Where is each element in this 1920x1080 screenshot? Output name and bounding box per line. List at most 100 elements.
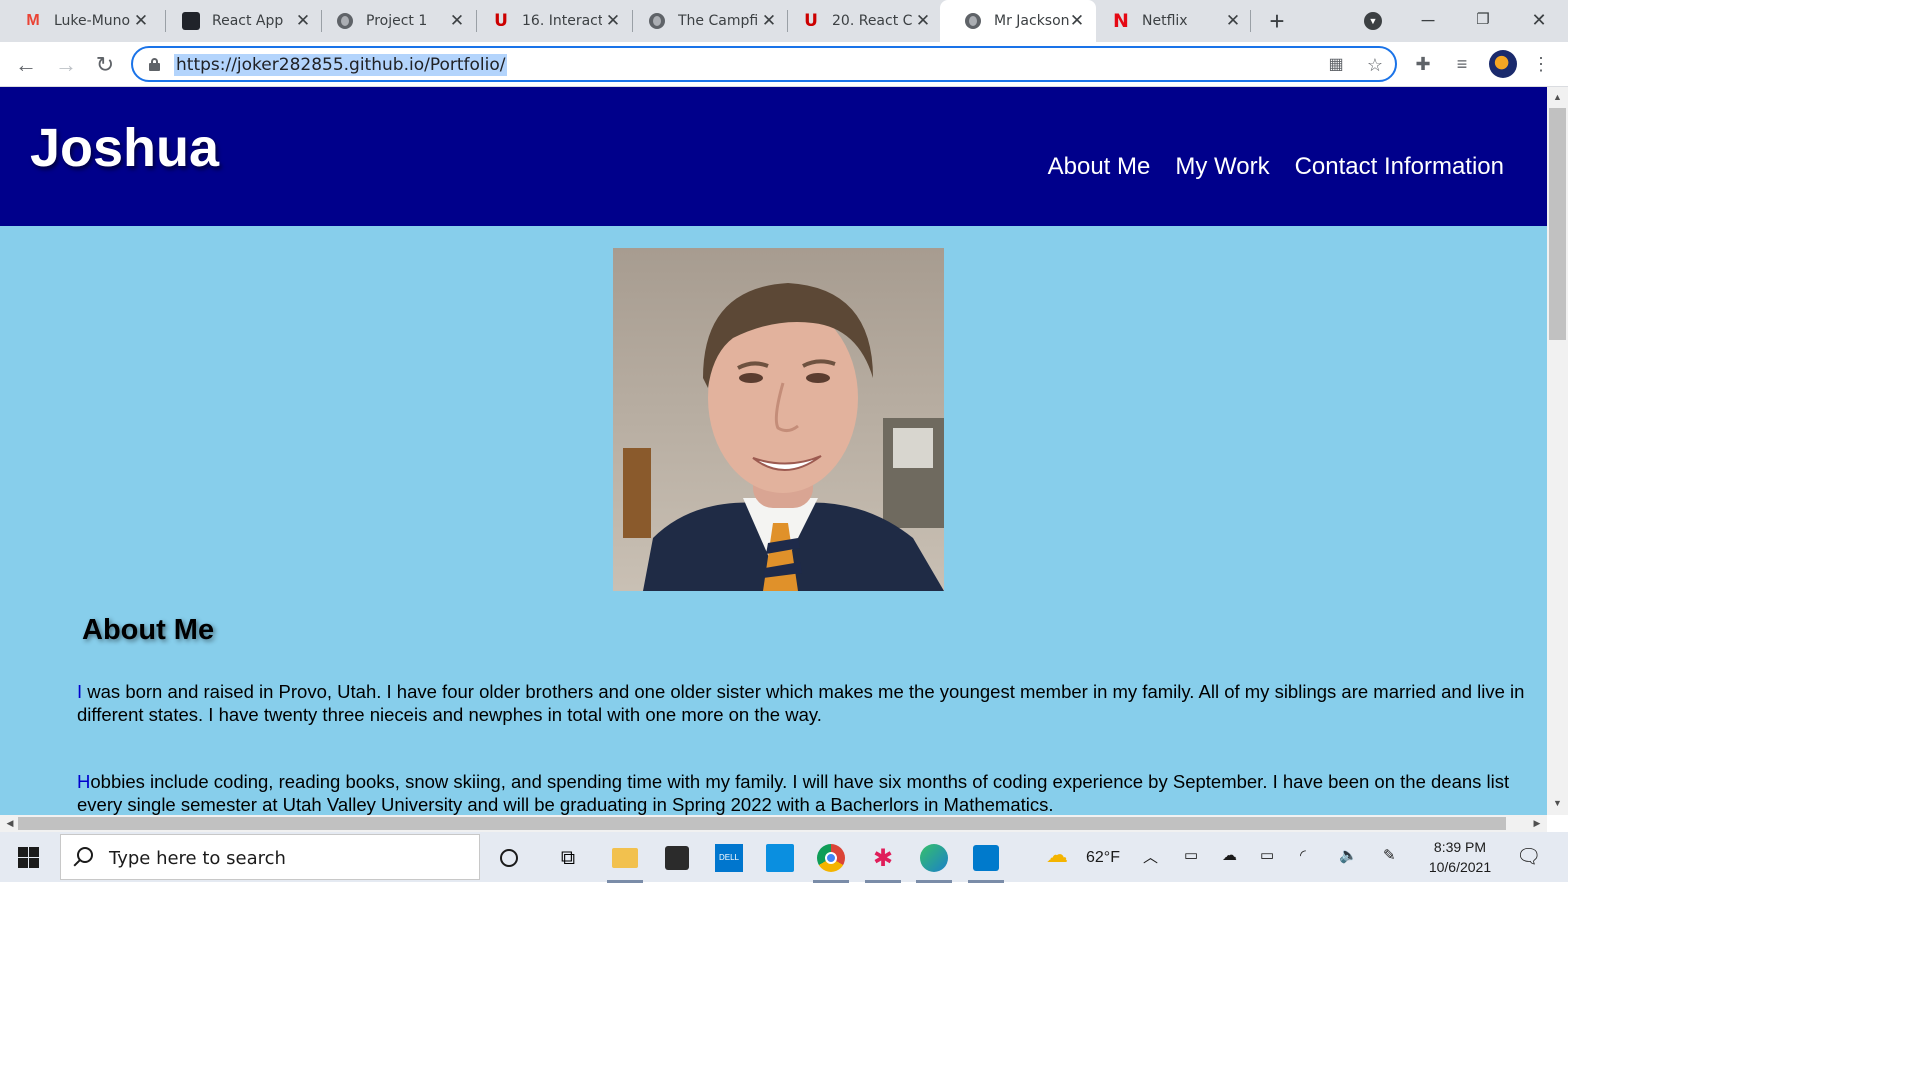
reload-icon[interactable]: ↻ [92,52,118,78]
react-icon [182,12,200,30]
first-letter: H [77,771,91,792]
close-icon[interactable]: ✕ [604,12,622,30]
close-icon[interactable]: ✕ [914,12,932,30]
clock-date: 10/6/2021 [1428,859,1492,875]
tab-title: React App [212,13,284,29]
page-viewport: Joshua About Me My Work Contact Informat… [0,87,1547,815]
menu-icon[interactable]: ⋮ [1529,52,1553,76]
dell-icon[interactable]: DELL [711,840,747,876]
file-explorer-icon[interactable] [607,840,643,883]
minimize-icon[interactable]: ─ [1405,6,1451,34]
scroll-thumb[interactable] [1549,108,1566,340]
close-window-icon[interactable]: ✕ [1516,6,1562,34]
clock-time: 8:39 PM [1433,839,1487,855]
notifications-icon[interactable]: 🗨 [1516,844,1541,869]
bookmark-star-icon[interactable]: ☆ [1365,55,1385,75]
about-paragraph-2: Hobbies include coding, reading books, s… [77,770,1527,815]
tab-mr-jackson[interactable]: Mr Jackson ✕ [940,0,1096,42]
back-icon[interactable]: ← [13,52,39,78]
close-icon[interactable]: ✕ [132,12,150,30]
task-view-icon[interactable]: ⧉ [550,840,586,876]
search-icon [77,847,93,863]
tab-project-1[interactable]: Project 1 ✕ [312,0,476,42]
media-control-icon[interactable]: ≡ [1450,52,1474,76]
nav-contact-information[interactable]: Contact Information [1295,153,1504,181]
scroll-up-icon[interactable]: ▲ [1547,89,1568,105]
globe-icon [336,12,354,30]
tab-campfire[interactable]: The Campfi ✕ [624,0,788,42]
site-title: Joshua [30,118,220,178]
tab-react-app[interactable]: React App ✕ [158,0,322,42]
utah-u-icon: U [494,11,508,31]
edge-icon[interactable] [916,840,952,883]
extensions-icon[interactable]: ✚ [1411,52,1435,76]
close-icon[interactable]: ✕ [760,12,778,30]
weather-temperature[interactable]: 62°F [1086,849,1120,867]
restore-icon[interactable]: ❐ [1460,6,1506,34]
paragraph-text: was born and raised in Provo, Utah. I ha… [77,681,1525,725]
slack-icon[interactable]: ✱ [865,840,901,883]
gmail-icon: M [26,12,40,29]
tab-strip: M Luke-Muno ✕ React App ✕ Project 1 ✕ U … [0,0,1568,42]
lock-icon[interactable] [149,58,160,71]
battery-icon[interactable]: ▭ [1260,846,1274,864]
wifi-icon[interactable]: ◜ [1300,846,1306,864]
forward-icon[interactable]: → [53,52,79,78]
tab-title: Mr Jackson [994,13,1070,29]
scroll-left-icon[interactable]: ◀ [2,815,18,832]
horizontal-scrollbar[interactable]: ◀ ▶ [0,815,1547,832]
site-header: Joshua About Me My Work Contact Informat… [0,87,1547,226]
netflix-icon: N [1113,10,1129,32]
tab-title: 20. React Cl [832,13,912,29]
url-text[interactable]: https://joker282855.github.io/Portfolio/ [174,54,508,76]
site-nav: About Me My Work Contact Information [1048,153,1504,181]
windows-taskbar: Type here to search ⧉ DELL ✱ ☁ 62°F ︿ ▭ … [0,832,1568,883]
tab-interactive[interactable]: U 16. Interacti ✕ [468,0,632,42]
onedrive-icon[interactable]: ☁ [1222,846,1237,864]
nav-about-me[interactable]: About Me [1048,153,1151,181]
clock[interactable]: 8:39 PM 10/6/2021 [1418,837,1502,877]
chevron-up-icon[interactable]: ︿ [1143,846,1158,867]
close-icon[interactable]: ✕ [294,12,312,30]
tab-title: Luke-Muno [54,13,131,29]
about-paragraph-1: I was born and raised in Provo, Utah. I … [77,680,1527,726]
paragraph-text: obbies include coding, reading books, sn… [77,771,1510,815]
address-bar[interactable]: https://joker282855.github.io/Portfolio/… [131,46,1397,82]
weather-icon[interactable]: ☁ [1046,842,1068,868]
profile-photo [613,248,944,591]
store-icon[interactable] [659,840,695,876]
scroll-right-icon[interactable]: ▶ [1529,815,1545,832]
volume-icon[interactable]: 🔈 [1339,846,1358,864]
tab-title: Project 1 [366,13,428,29]
tab-title: Netflix [1142,13,1188,29]
chrome-icon[interactable] [813,840,849,883]
globe-icon [648,12,666,30]
globe-icon [964,12,982,30]
vertical-scrollbar[interactable]: ▲ ▼ [1547,87,1568,815]
about-me-heading: About Me [82,614,215,646]
utah-u-icon: U [804,11,818,31]
tab-gmail[interactable]: M Luke-Muno ✕ [0,0,160,42]
profile-avatar[interactable] [1489,50,1517,78]
qr-code-icon[interactable]: ▦ [1326,55,1346,75]
close-icon[interactable]: ✕ [1224,12,1242,30]
nav-my-work[interactable]: My Work [1175,153,1269,181]
scroll-down-icon[interactable]: ▼ [1547,795,1568,811]
dell-support-icon[interactable] [762,840,798,876]
taskbar-search-input[interactable]: Type here to search [60,834,480,880]
browser-toolbar: ← → ↻ https://joker282855.github.io/Port… [0,42,1568,87]
tab-react-class[interactable]: U 20. React Cl ✕ [778,0,942,42]
close-icon[interactable]: ✕ [1068,12,1086,30]
meet-now-icon[interactable]: ▭ [1184,846,1198,864]
new-tab-icon[interactable]: + [1264,8,1290,34]
pen-icon[interactable]: ✎ [1383,846,1396,864]
cortana-icon[interactable] [491,840,527,876]
tab-netflix[interactable]: N Netflix ✕ [1088,0,1252,42]
tab-title: The Campfi [678,13,758,29]
tab-title: 16. Interacti [522,13,602,29]
scroll-thumb[interactable] [18,817,1506,830]
windows-start-icon[interactable] [18,847,39,868]
tab-search-icon[interactable]: ▼ [1364,12,1382,30]
vscode-icon[interactable] [968,840,1004,883]
close-icon[interactable]: ✕ [448,12,466,30]
